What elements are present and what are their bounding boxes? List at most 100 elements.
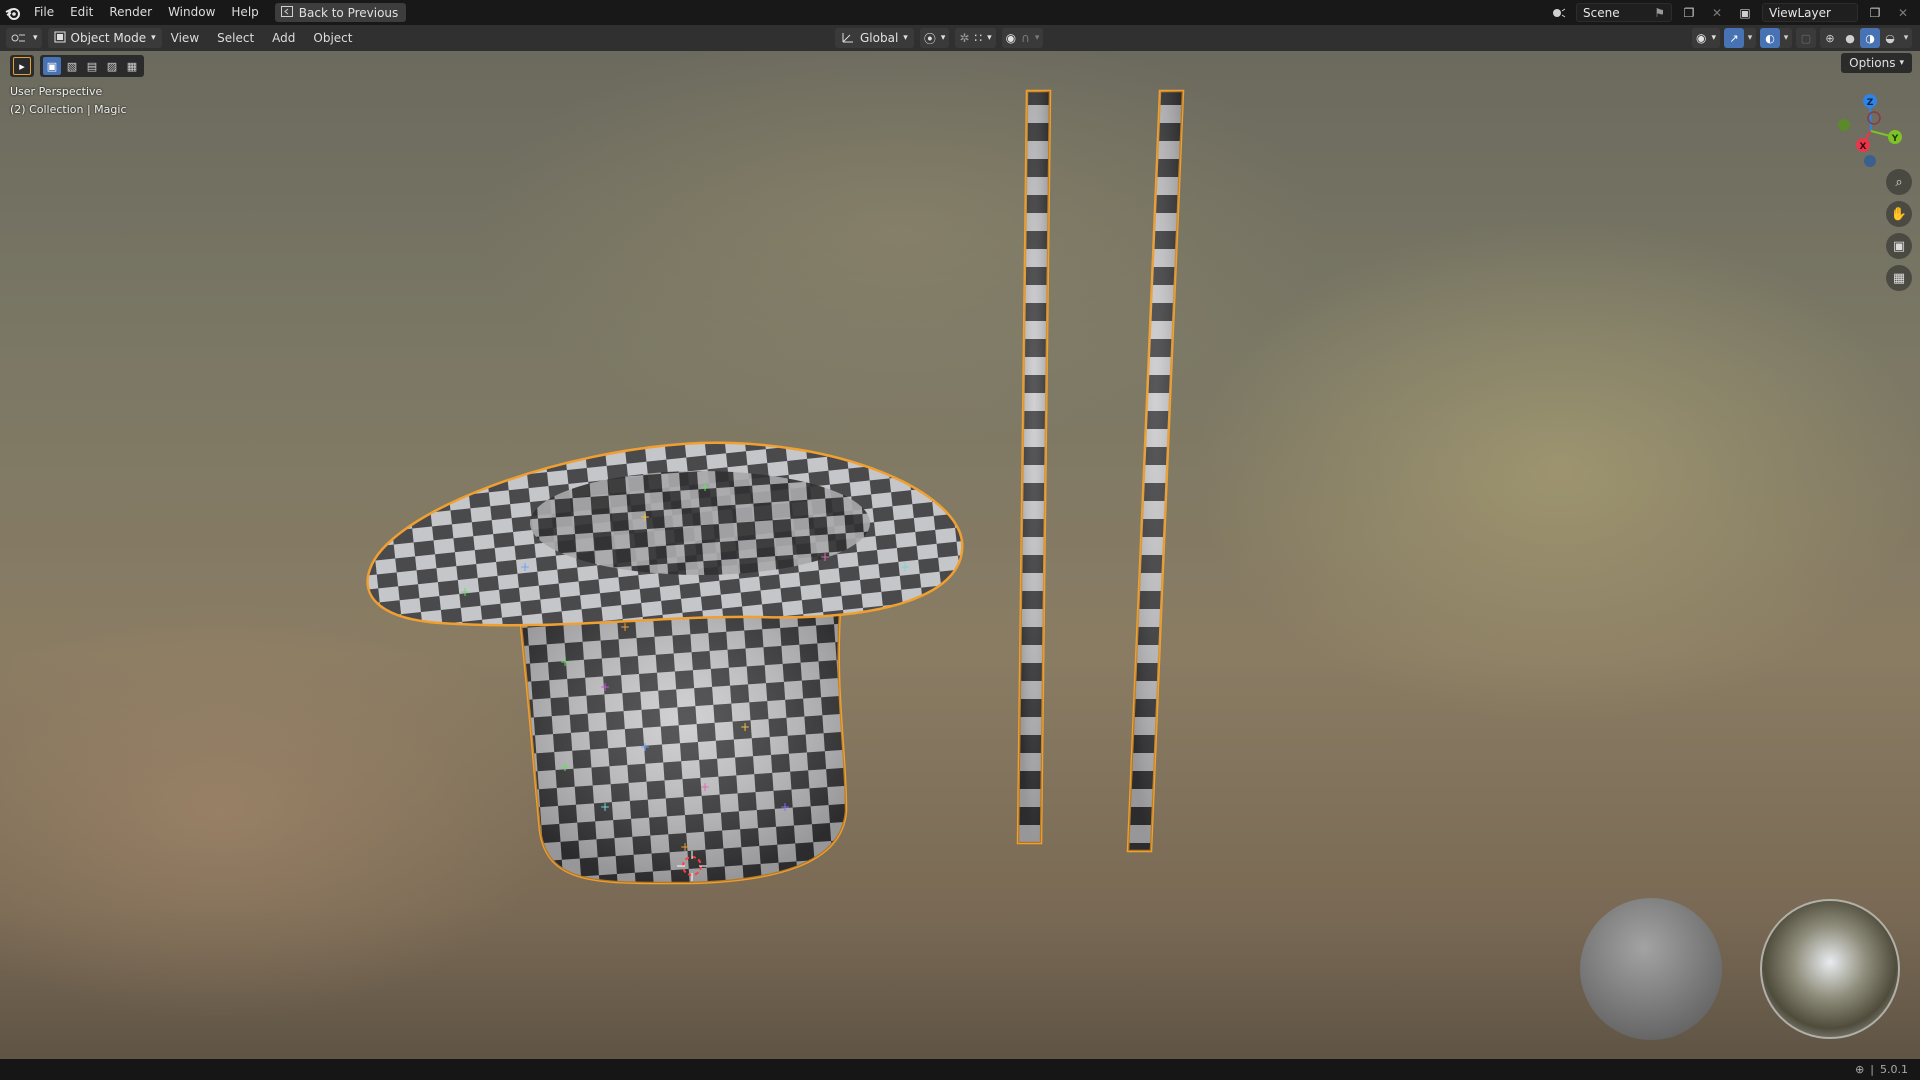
chevron-down-icon: ▾: [903, 33, 908, 43]
pan-icon[interactable]: ✋: [1886, 201, 1912, 227]
svg-text:+: +: [820, 550, 830, 564]
new-scene-icon[interactable]: ❐: [1678, 3, 1700, 22]
svg-text:+: +: [700, 780, 710, 794]
select-extend-icon[interactable]: ▧: [63, 57, 81, 75]
svg-text:+: +: [640, 510, 650, 524]
svg-text:+: +: [780, 800, 790, 814]
viewport-tool-header: ▸ ▣ ▧ ▤ ▨ ▦: [10, 55, 144, 77]
viewlayer-selector[interactable]: ViewLayer: [1762, 3, 1858, 22]
zoom-icon[interactable]: ⌕: [1886, 169, 1912, 195]
chevron-down-icon[interactable]: ▾: [1900, 28, 1912, 48]
select-intersect-icon[interactable]: ▦: [123, 57, 141, 75]
menu-help[interactable]: Help: [223, 0, 266, 25]
gizmo-neg-y-axis[interactable]: [1838, 119, 1850, 131]
snap-grid-icon: ∷: [974, 31, 983, 45]
mode-icon: [54, 31, 66, 46]
blender-logo-icon[interactable]: [0, 0, 26, 25]
menu-add[interactable]: Add: [263, 31, 304, 45]
pivot-point-selector[interactable]: ⦿ ▾: [919, 28, 950, 48]
svg-text:+: +: [460, 585, 470, 599]
wand-right-mesh[interactable]: [1126, 89, 1185, 853]
hat-mesh[interactable]: + + + + + + + + + + + + + + + +: [366, 441, 964, 885]
svg-text:+: +: [560, 655, 570, 669]
gizmo-icon[interactable]: ↗: [1724, 28, 1744, 48]
delete-viewlayer-icon[interactable]: ✕: [1892, 3, 1914, 22]
3d-viewport[interactable]: + + + + + + + + + + + + + + + + ▸ ▣ ▧ ▤ …: [0, 51, 1920, 1059]
menu-render[interactable]: Render: [101, 0, 160, 25]
overlay-icon[interactable]: ◐: [1760, 28, 1780, 48]
options-label: Options: [1849, 56, 1896, 70]
viewlayer-icon[interactable]: ▣: [1734, 3, 1756, 22]
scene-selector[interactable]: Scene ⚑: [1576, 3, 1672, 22]
navigation-gizmo[interactable]: Z X Y: [1836, 89, 1906, 169]
select-new-icon[interactable]: ▣: [43, 57, 61, 75]
visibility-selector[interactable]: ◉ ▾: [1691, 28, 1720, 48]
version-separator: |: [1870, 1063, 1874, 1076]
hdri-preview-ball: [1760, 899, 1900, 1039]
mode-label: Object Mode: [70, 31, 147, 45]
gizmo-y-label: Y: [1891, 134, 1899, 144]
back-to-previous-button[interactable]: Back to Previous: [274, 3, 407, 22]
world-icon: ⊕: [1855, 1063, 1865, 1076]
svg-text:+: +: [740, 720, 750, 734]
scene-icon[interactable]: [1548, 3, 1570, 22]
menu-view[interactable]: View: [162, 31, 208, 45]
xray-icon[interactable]: ▢: [1796, 28, 1816, 48]
xray-toggle[interactable]: ▢: [1796, 28, 1816, 48]
selection-mode-buttons[interactable]: ▣ ▧ ▤ ▨ ▦: [40, 55, 144, 77]
wireframe-shading-icon[interactable]: ⊕: [1820, 28, 1840, 48]
select-tool[interactable]: ▸: [10, 55, 34, 77]
menu-select[interactable]: Select: [208, 31, 263, 45]
gizmo-neg-z-axis[interactable]: [1864, 155, 1876, 167]
svg-text:+: +: [900, 560, 910, 574]
overlay-toggle[interactable]: ◐ ▾: [1760, 28, 1792, 48]
back-icon: [280, 5, 293, 20]
chevron-down-icon[interactable]: ▾: [1780, 28, 1792, 48]
menu-window[interactable]: Window: [160, 0, 223, 25]
top-bar: File Edit Render Window Help Back to Pre…: [0, 0, 1920, 25]
svg-text:+: +: [560, 760, 570, 774]
chevron-down-icon[interactable]: ▾: [1744, 28, 1756, 48]
scene-render: + + + + + + + + + + + + + + + +: [366, 89, 1900, 1040]
gizmo-toggle[interactable]: ↗ ▾: [1724, 28, 1756, 48]
camera-icon[interactable]: ▣: [1886, 233, 1912, 259]
shading-modes[interactable]: ⊕ ● ◑ ◒ ▾: [1820, 28, 1912, 48]
rendered-shading-icon[interactable]: ◒: [1880, 28, 1900, 48]
solid-shading-icon[interactable]: ●: [1840, 28, 1860, 48]
snap-toggle[interactable]: ✲ ∷ ▾: [955, 28, 996, 48]
scene-name: Scene: [1583, 5, 1620, 20]
svg-text:+: +: [600, 680, 610, 694]
svg-text:+: +: [620, 620, 630, 634]
snap-icon: ✲: [959, 31, 970, 45]
chevron-down-icon: ▾: [1899, 58, 1904, 68]
collection-label: (2) Collection | Magic: [10, 103, 127, 116]
editor-type-icon[interactable]: ▾: [6, 28, 42, 48]
proportional-icon: ◉: [1005, 31, 1017, 45]
falloff-icon: ∩: [1021, 31, 1030, 45]
select-subtract-icon[interactable]: ▤: [83, 57, 101, 75]
pin-icon[interactable]: ⚑: [1654, 6, 1665, 20]
grid-icon[interactable]: ▦: [1886, 265, 1912, 291]
visibility-icon: ◉: [1695, 31, 1707, 45]
options-button[interactable]: Options ▾: [1841, 53, 1912, 73]
menu-object[interactable]: Object: [304, 31, 361, 45]
mode-selector[interactable]: Object Mode ▾: [47, 28, 162, 48]
chevron-down-icon: ▾: [151, 33, 156, 43]
delete-scene-icon[interactable]: ✕: [1706, 3, 1728, 22]
menu-edit[interactable]: Edit: [62, 0, 101, 25]
navigation-buttons: ⌕ ✋ ▣ ▦: [1886, 169, 1912, 291]
perspective-label: User Perspective: [10, 85, 103, 98]
new-viewlayer-icon[interactable]: ❐: [1864, 3, 1886, 22]
select-invert-icon[interactable]: ▨: [103, 57, 121, 75]
menu-file[interactable]: File: [26, 0, 62, 25]
orientation-icon: [841, 31, 855, 46]
svg-text:+: +: [520, 560, 530, 574]
wand-left-mesh[interactable]: [1016, 89, 1052, 845]
material-shading-icon[interactable]: ◑: [1860, 28, 1880, 48]
svg-text:+: +: [700, 480, 710, 494]
transform-orientation-selector[interactable]: Global ▾: [835, 28, 914, 48]
gizmo-x-label: X: [1860, 142, 1867, 152]
cursor-tool-icon[interactable]: ▸: [13, 57, 31, 75]
proportional-editing-toggle[interactable]: ◉ ∩ ▾: [1001, 28, 1044, 48]
status-bar: ⊕ | 5.0.1: [0, 1059, 1920, 1080]
